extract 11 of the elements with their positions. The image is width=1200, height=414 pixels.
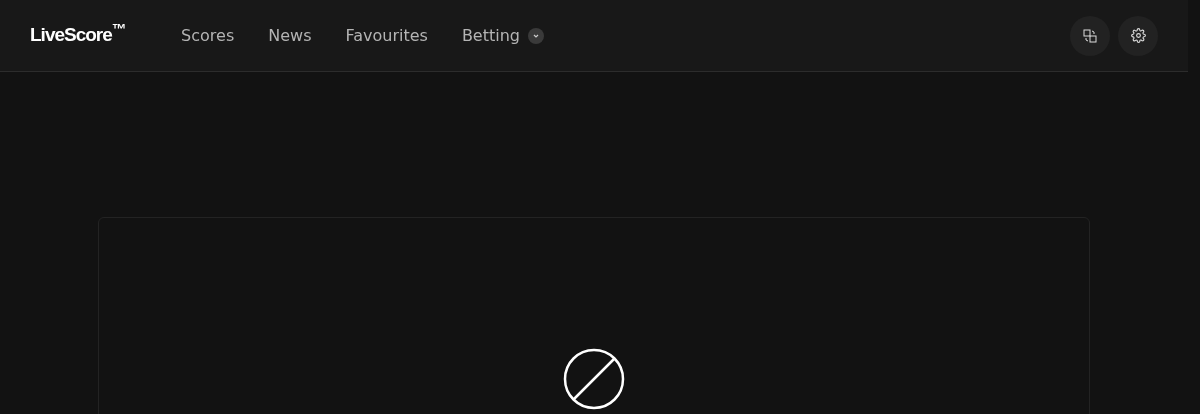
prohibited-icon [563, 348, 625, 410]
nav-link[interactable]: Betting [461, 23, 520, 48]
gear-icon [1130, 28, 1146, 43]
nav-link[interactable]: Scores [169, 17, 247, 54]
nav-link[interactable]: News [256, 17, 324, 54]
translate-icon [1083, 28, 1097, 43]
nav-link[interactable]: Favourites [333, 17, 440, 54]
chevron-down-icon[interactable] [528, 27, 544, 44]
translate-button[interactable] [1070, 15, 1110, 56]
settings-button[interactable] [1118, 15, 1158, 56]
livescore-logo[interactable]: LiveScore$^{™}$ [30, 21, 126, 50]
